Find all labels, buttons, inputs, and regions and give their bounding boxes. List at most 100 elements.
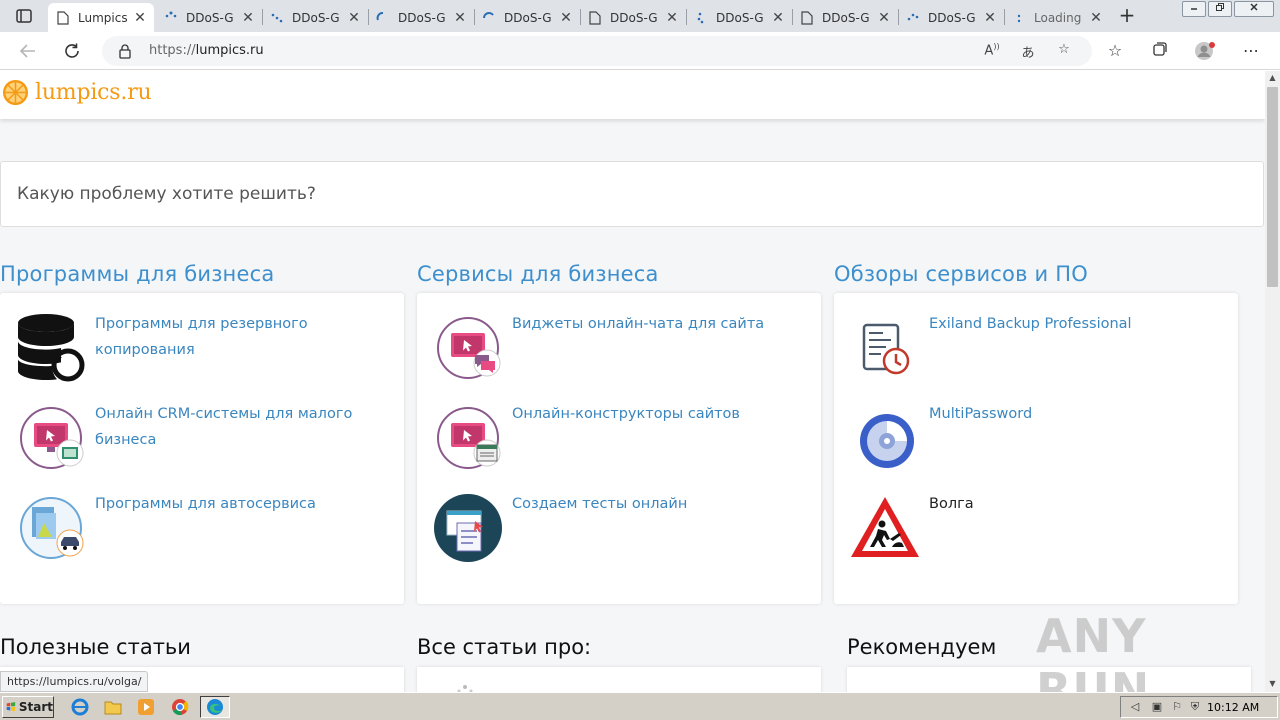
database-backup-icon <box>18 314 85 382</box>
close-icon[interactable]: ✕ <box>132 10 148 26</box>
tab-loading[interactable]: Loading ✕ <box>1004 3 1110 32</box>
list-item[interactable]: Программы для резервного копирования <box>12 311 392 391</box>
read-aloud-icon[interactable]: A)) <box>982 42 1002 60</box>
logo-text: lumpics.ru <box>35 80 152 105</box>
close-icon[interactable]: ✕ <box>664 10 680 26</box>
tab-ddos-1[interactable]: DDoS-G ✕ <box>156 3 262 32</box>
tab-ddos-3[interactable]: DDoS-G ✕ <box>368 3 474 32</box>
minimize-icon <box>1191 8 1197 10</box>
close-icon[interactable]: ✕ <box>558 10 574 26</box>
close-window-button[interactable] <box>1234 1 1274 17</box>
network-icon[interactable]: ▣ <box>1149 700 1165 716</box>
tab-ddos-6[interactable]: DDoS-G ✕ <box>686 3 792 32</box>
anyrun-watermark: ANY RUN <box>1036 609 1151 692</box>
translate-icon[interactable]: あ <box>1018 42 1038 61</box>
clock: 10:12 AM <box>1207 701 1260 714</box>
tab-ddos-4[interactable]: DDoS-G ✕ <box>474 3 580 32</box>
favorites-icon[interactable]: ☆ <box>1104 41 1126 61</box>
url-host: lumpics.ru <box>195 43 264 58</box>
file-explorer-icon[interactable] <box>101 696 125 718</box>
scroll-down-icon[interactable]: ▼ <box>1265 677 1280 691</box>
close-icon[interactable]: ✕ <box>770 10 786 26</box>
restore-button[interactable] <box>1208 1 1232 17</box>
all-articles-card <box>417 667 821 692</box>
column-title-business-services[interactable]: Сервисы для бизнеса <box>417 262 659 286</box>
list-item[interactable]: Онлайн CRM-системы для малого бизнеса <box>12 401 392 481</box>
item-link[interactable]: Онлайн-конструкторы сайтов <box>512 401 792 427</box>
item-link[interactable]: Виджеты онлайн-чата для сайта <box>512 311 792 337</box>
site-logo[interactable]: lumpics.ru <box>2 79 152 106</box>
item-link[interactable]: Exiland Backup Professional <box>929 311 1209 337</box>
item-link[interactable]: Программы для автосервиса <box>95 491 375 517</box>
close-icon[interactable]: ✕ <box>240 10 256 26</box>
tab-lumpics[interactable]: Lumpics ✕ <box>48 3 154 32</box>
loading-spinner-icon <box>694 11 708 25</box>
column-title-reviews[interactable]: Обзоры сервисов и ПО <box>834 262 1088 286</box>
edge-icon[interactable] <box>200 696 230 718</box>
volume-icon[interactable]: ◁ <box>1127 700 1143 716</box>
scroll-thumb[interactable] <box>1267 87 1278 287</box>
shield-icon[interactable]: ⛨ <box>1187 700 1203 716</box>
card-business-services: Виджеты онлайн-чата для сайта Онлайн-кон… <box>417 293 821 604</box>
tab-ddos-2[interactable]: DDoS-G ✕ <box>262 3 368 32</box>
scroll-up-icon[interactable]: ▲ <box>1265 71 1280 85</box>
section-title-useful-articles: Полезные статьи <box>0 635 191 659</box>
item-link[interactable]: Программы для резервного копирования <box>95 311 375 363</box>
new-tab-button[interactable]: + <box>1114 4 1140 28</box>
minimize-button[interactable] <box>1182 1 1206 17</box>
more-menu-icon[interactable]: ⋯ <box>1240 41 1262 61</box>
add-favorite-icon[interactable]: ☆ <box>1054 42 1074 60</box>
collections-icon[interactable] <box>1149 41 1171 61</box>
back-button[interactable] <box>16 39 40 63</box>
close-icon[interactable]: ✕ <box>346 10 362 26</box>
tab-title: DDoS-G <box>504 10 552 25</box>
close-icon[interactable]: ✕ <box>452 10 468 26</box>
chat-widget-icon <box>437 317 501 379</box>
internet-explorer-icon[interactable] <box>68 696 92 718</box>
url-text[interactable]: https://lumpics.ru <box>149 43 264 58</box>
page-scrollbar[interactable]: ▲ ▼ <box>1265 71 1280 692</box>
tab-actions-button[interactable] <box>8 4 40 28</box>
list-item[interactable]: Создаем тесты онлайн <box>429 491 809 571</box>
auto-service-icon <box>20 497 84 559</box>
browser-tab-strip: Lumpics ✕ DDoS-G ✕ DDoS-G ✕ DDoS-G ✕ DDo… <box>0 0 1280 32</box>
chrome-icon[interactable] <box>168 696 192 718</box>
refresh-button[interactable] <box>60 39 84 63</box>
item-link[interactable]: MultiPassword <box>929 401 1209 427</box>
item-link[interactable]: Волга <box>929 491 1209 517</box>
page-icon <box>588 10 602 25</box>
url-scheme: https:// <box>149 43 196 58</box>
tab-ddos-7[interactable]: DDoS-G ✕ <box>792 3 898 32</box>
address-bar[interactable]: https://lumpics.ru A)) あ ☆ <box>102 36 1092 66</box>
close-icon[interactable]: ✕ <box>982 10 998 26</box>
loading-spinner-icon <box>482 11 496 25</box>
tab-ddos-8[interactable]: DDoS-G ✕ <box>898 3 1004 32</box>
tab-title: DDoS-G <box>822 10 870 25</box>
list-item[interactable]: Программы для автосервиса <box>12 491 392 571</box>
item-link[interactable]: Онлайн CRM-системы для малого бизнеса <box>95 401 375 453</box>
tab-ddos-5[interactable]: DDoS-G ✕ <box>580 3 686 32</box>
start-button[interactable]: Start <box>2 696 54 718</box>
close-icon[interactable]: ✕ <box>1088 10 1104 26</box>
flag-icon[interactable]: ⚐ <box>1169 700 1185 716</box>
loading-spinner-icon <box>270 11 284 25</box>
item-link[interactable]: Создаем тесты онлайн <box>512 491 792 517</box>
section-title-recommend: Рекомендуем <box>847 635 997 659</box>
refresh-icon <box>65 43 79 58</box>
card-business-programs: Программы для резервного копирования Онл… <box>0 293 404 604</box>
search-input[interactable] <box>17 184 1217 204</box>
list-item[interactable]: Волга <box>846 491 1226 571</box>
tab-title: DDoS-G <box>292 10 340 25</box>
close-icon[interactable]: ✕ <box>876 10 892 26</box>
media-player-icon[interactable] <box>134 696 158 718</box>
column-title-business-programs[interactable]: Программы для бизнеса <box>0 262 274 286</box>
search-box[interactable] <box>0 161 1264 227</box>
list-item[interactable]: Exiland Backup Professional <box>846 311 1226 391</box>
back-arrow-icon <box>19 44 35 58</box>
windows-taskbar: Start ◁ ▣ ⚐ ⛨ 10:12 AM <box>0 692 1280 720</box>
list-item[interactable]: Онлайн-конструкторы сайтов <box>429 401 809 481</box>
card-reviews: Exiland Backup Professional MultiPasswor… <box>834 293 1238 604</box>
list-item[interactable]: MultiPassword <box>846 401 1226 481</box>
list-item[interactable]: Виджеты онлайн-чата для сайта <box>429 311 809 391</box>
profile-avatar[interactable] <box>1194 41 1216 61</box>
